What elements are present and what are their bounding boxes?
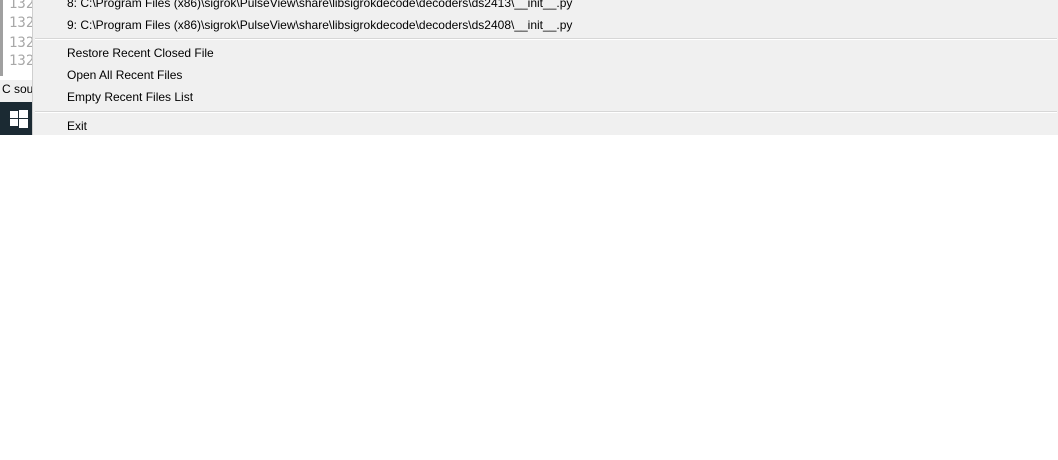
menu-separator — [35, 38, 1057, 40]
line-number: 132 — [9, 53, 34, 69]
windows-logo-icon[interactable] — [10, 110, 28, 128]
taskbar — [0, 102, 34, 135]
line-number: 132 — [9, 15, 34, 31]
status-bar: C sou — [0, 80, 34, 102]
file-menu-dropdown: 8: C:\Program Files (x86)\sigrok\PulseVi… — [32, 0, 1058, 135]
line-number: 132 — [9, 35, 34, 51]
status-bar-text: C sou — [2, 82, 34, 96]
recent-file-item-8[interactable]: 8: C:\Program Files (x86)\sigrok\PulseVi… — [67, 0, 1047, 13]
exit-item[interactable]: Exit — [67, 116, 1047, 136]
line-number: 132 — [9, 0, 34, 12]
open-all-recent-files-item[interactable]: Open All Recent Files — [67, 65, 1047, 85]
restore-recent-closed-file-item[interactable]: Restore Recent Closed File — [67, 43, 1047, 63]
menu-separator — [35, 111, 1057, 113]
empty-recent-files-list-item[interactable]: Empty Recent Files List — [67, 87, 1047, 107]
recent-file-item-9[interactable]: 9: C:\Program Files (x86)\sigrok\PulseVi… — [67, 15, 1047, 35]
editor-pane: 132 132 132 132 — [0, 0, 34, 76]
